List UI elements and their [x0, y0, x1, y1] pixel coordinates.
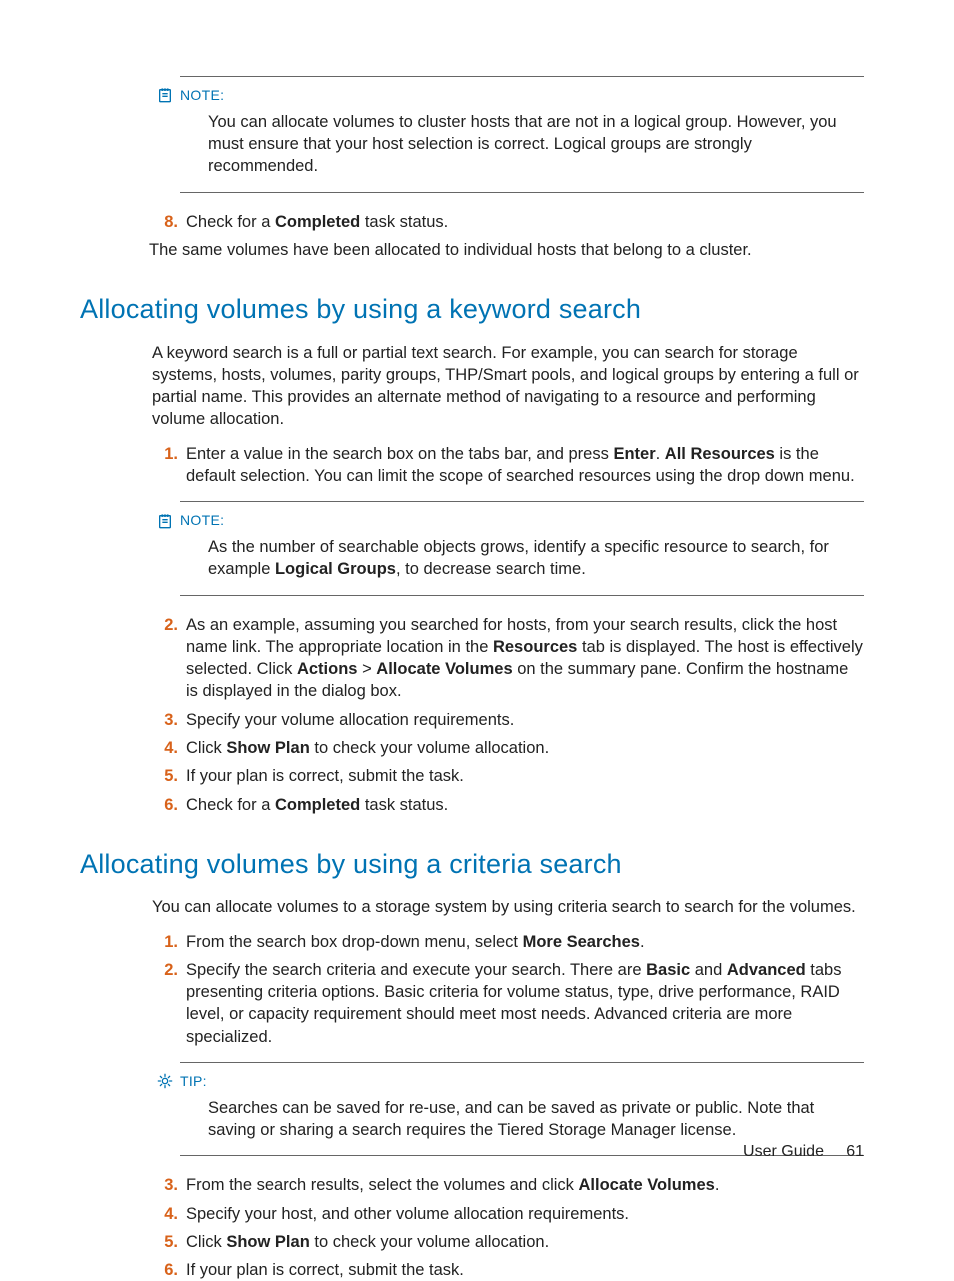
page-number: 61 — [846, 1143, 864, 1160]
step-number: 2. — [150, 959, 178, 981]
sec2-step-list: 1. From the search box drop-down menu, s… — [152, 931, 864, 1048]
step-text: As an example, assuming you searched for… — [186, 616, 863, 701]
paragraph: The same volumes have been allocated to … — [149, 239, 864, 261]
footer-label: User Guide — [743, 1143, 824, 1160]
step-text: Click Show Plan to check your volume all… — [186, 1233, 549, 1251]
page: NOTE: You can allocate volumes to cluste… — [0, 0, 954, 1235]
step-number: 2. — [150, 614, 178, 636]
step-text: Click Show Plan to check your volume all… — [186, 739, 549, 757]
step-text: Check for a Completed task status. — [186, 213, 448, 231]
note-icon — [157, 87, 173, 103]
section-heading: Allocating volumes by using a keyword se… — [80, 291, 864, 327]
list-item: 4. Click Show Plan to check your volume … — [152, 737, 864, 759]
tip-label: TIP: — [180, 1072, 207, 1091]
section-heading: Allocating volumes by using a criteria s… — [80, 846, 864, 882]
tip-body: Searches can be saved for re-use, and ca… — [208, 1097, 864, 1142]
list-item: 1. From the search box drop-down menu, s… — [152, 931, 864, 953]
page-footer: User Guide 61 — [743, 1141, 864, 1163]
note-callout: NOTE: As the number of searchable object… — [180, 501, 864, 595]
list-item: 5. If your plan is correct, submit the t… — [152, 765, 864, 787]
step-text: From the search results, select the volu… — [186, 1176, 719, 1194]
step-text: Check for a Completed task status. — [186, 796, 448, 814]
list-item: 2. As an example, assuming you searched … — [152, 614, 864, 703]
sec1-step-list: 1. Enter a value in the search box on th… — [152, 443, 864, 488]
sec2-step-list-cont: 3. From the search results, select the v… — [152, 1174, 864, 1281]
note-label: NOTE: — [180, 511, 224, 530]
step-number: 1. — [150, 443, 178, 465]
list-item: 6. If your plan is correct, submit the t… — [152, 1259, 864, 1281]
list-item: 1. Enter a value in the search box on th… — [152, 443, 864, 488]
step-text: Specify your host, and other volume allo… — [186, 1205, 629, 1223]
note-body: You can allocate volumes to cluster host… — [208, 111, 864, 178]
step-text: From the search box drop-down menu, sele… — [186, 933, 645, 951]
step-text: If your plan is correct, submit the task… — [186, 1261, 464, 1279]
step-text: Enter a value in the search box on the t… — [186, 445, 855, 485]
step-number: 6. — [150, 1259, 178, 1281]
step-number: 4. — [150, 1203, 178, 1225]
step-number: 1. — [150, 931, 178, 953]
paragraph: A keyword search is a full or partial te… — [152, 342, 864, 431]
step-number: 4. — [150, 737, 178, 759]
step-number: 8. — [150, 211, 178, 233]
list-item: 3. From the search results, select the v… — [152, 1174, 864, 1196]
note-icon — [157, 513, 173, 529]
list-item: 3. Specify your volume allocation requir… — [152, 709, 864, 731]
paragraph: You can allocate volumes to a storage sy… — [152, 896, 864, 918]
note-callout: NOTE: You can allocate volumes to cluste… — [180, 76, 864, 193]
step-text: Specify your volume allocation requireme… — [186, 711, 514, 729]
note-body: As the number of searchable objects grow… — [208, 536, 864, 581]
step-number: 3. — [150, 1174, 178, 1196]
top-step-list: 8. Check for a Completed task status. — [152, 211, 864, 233]
list-item: 6. Check for a Completed task status. — [152, 794, 864, 816]
list-item: 4. Specify your host, and other volume a… — [152, 1203, 864, 1225]
list-item: 8. Check for a Completed task status. — [152, 211, 864, 233]
step-number: 5. — [150, 765, 178, 787]
tip-icon — [157, 1073, 173, 1089]
step-number: 3. — [150, 709, 178, 731]
sec1-step-list-cont: 2. As an example, assuming you searched … — [152, 614, 864, 816]
step-number: 6. — [150, 794, 178, 816]
note-label: NOTE: — [180, 86, 224, 105]
note-text: You can allocate volumes to cluster host… — [208, 113, 837, 176]
step-text: If your plan is correct, submit the task… — [186, 767, 464, 785]
list-item: 2. Specify the search criteria and execu… — [152, 959, 864, 1048]
content-column: NOTE: You can allocate volumes to cluste… — [152, 76, 864, 1281]
list-item: 5. Click Show Plan to check your volume … — [152, 1231, 864, 1253]
step-number: 5. — [150, 1231, 178, 1253]
step-text: Specify the search criteria and execute … — [186, 961, 841, 1046]
